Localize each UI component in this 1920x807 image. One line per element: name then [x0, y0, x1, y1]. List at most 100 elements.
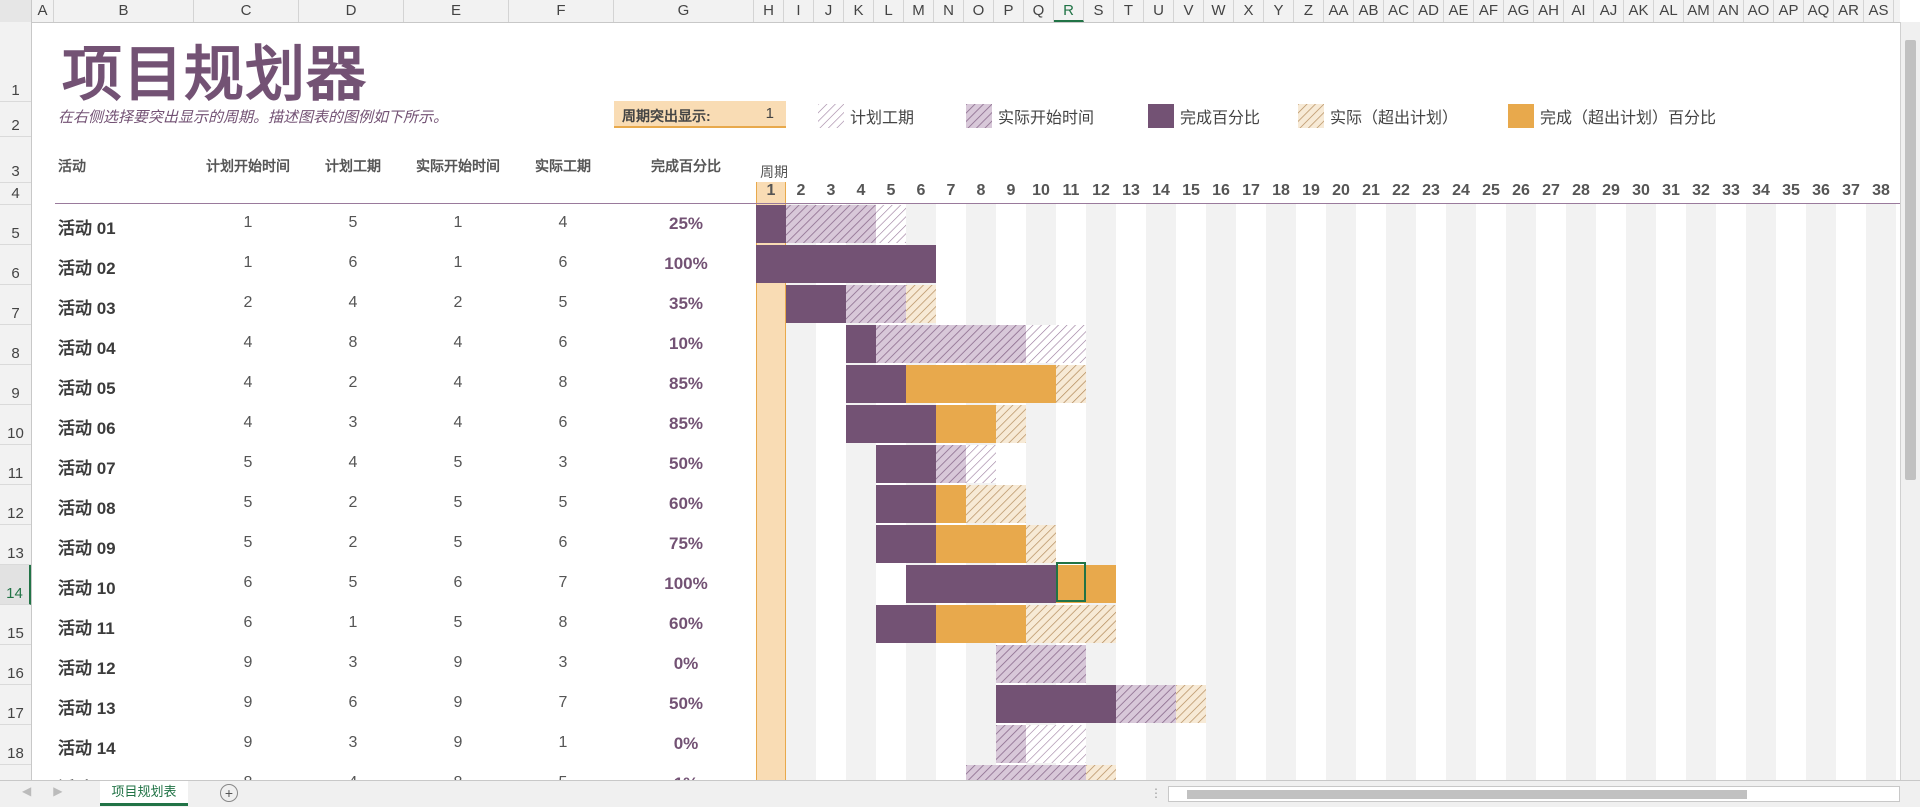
activity-ad-cell[interactable]: 3 [513, 654, 613, 672]
row-header-10[interactable]: 10 [0, 405, 31, 445]
more-options-icon[interactable]: ⋮ [1150, 786, 1162, 800]
activity-ps-cell[interactable]: 4 [198, 414, 298, 432]
activity-pd-cell[interactable]: 5 [303, 574, 403, 592]
activity-ps-cell[interactable]: 1 [198, 214, 298, 232]
bar-percent-complete-over-plan[interactable] [936, 485, 966, 523]
column-header-aq[interactable]: AQ [1804, 0, 1834, 22]
activity-pd-cell[interactable]: 3 [303, 734, 403, 752]
row-header-16[interactable]: 16 [0, 645, 31, 685]
activity-pd-cell[interactable]: 6 [303, 694, 403, 712]
column-header-i[interactable]: I [784, 0, 814, 22]
activity-ad-cell[interactable]: 6 [513, 334, 613, 352]
horizontal-scrollbar[interactable] [1168, 786, 1900, 802]
column-header-ad[interactable]: AD [1414, 0, 1444, 22]
bar-percent-complete[interactable] [876, 445, 936, 483]
column-header-j[interactable]: J [814, 0, 844, 22]
period-highlight-value[interactable]: 1 [766, 105, 774, 122]
bar-percent-complete[interactable] [876, 485, 936, 523]
column-header-b[interactable]: B [54, 0, 194, 22]
activity-ps-cell[interactable]: 1 [198, 254, 298, 272]
activity-ps-cell[interactable]: 9 [198, 694, 298, 712]
activity-pd-cell[interactable]: 2 [303, 494, 403, 512]
plus-circle-icon[interactable]: + [220, 784, 238, 802]
column-header-n[interactable]: N [934, 0, 964, 22]
activity-pd-cell[interactable]: 8 [303, 334, 403, 352]
activity-ad-cell[interactable]: 6 [513, 414, 613, 432]
column-header-w[interactable]: W [1204, 0, 1234, 22]
row-header-2[interactable]: 2 [0, 102, 31, 137]
column-header-q[interactable]: Q [1024, 0, 1054, 22]
bar-percent-complete-over-plan[interactable] [936, 605, 1026, 643]
row-header-12[interactable]: 12 [0, 485, 31, 525]
activity-as-cell[interactable]: 5 [408, 534, 508, 552]
activity-ps-cell[interactable]: 6 [198, 574, 298, 592]
column-header-p[interactable]: P [994, 0, 1024, 22]
activity-name[interactable]: 活动 09 [58, 534, 116, 559]
activity-pd-cell[interactable]: 4 [303, 294, 403, 312]
select-all-corner[interactable] [0, 0, 32, 22]
activity-ad-cell[interactable]: 4 [513, 214, 613, 232]
row-header-4[interactable]: 4 [0, 183, 31, 205]
activity-pd-cell[interactable]: 2 [303, 534, 403, 552]
column-header-ah[interactable]: AH [1534, 0, 1564, 22]
vertical-scrollbar[interactable] [1900, 22, 1920, 780]
activity-ps-cell[interactable]: 5 [198, 534, 298, 552]
column-header-ae[interactable]: AE [1444, 0, 1474, 22]
activity-ps-cell[interactable]: 5 [198, 494, 298, 512]
activity-as-cell[interactable]: 5 [408, 454, 508, 472]
activity-pd-cell[interactable]: 4 [303, 454, 403, 472]
activity-pct-cell[interactable]: 75% [636, 534, 736, 554]
column-header-h[interactable]: H [754, 0, 784, 22]
column-header-z[interactable]: Z [1294, 0, 1324, 22]
activity-pct-cell[interactable]: 0% [636, 654, 736, 674]
activity-pct-cell[interactable]: 60% [636, 614, 736, 634]
activity-as-cell[interactable]: 4 [408, 334, 508, 352]
column-header-f[interactable]: F [509, 0, 614, 22]
activity-pct-cell[interactable]: 85% [636, 374, 736, 394]
activity-ps-cell[interactable]: 9 [198, 654, 298, 672]
activity-pct-cell[interactable]: 100% [636, 574, 736, 594]
column-header-l[interactable]: L [874, 0, 904, 22]
row-header-18[interactable]: 18 [0, 725, 31, 765]
column-header-ao[interactable]: AO [1744, 0, 1774, 22]
column-header-m[interactable]: M [904, 0, 934, 22]
activity-ad-cell[interactable]: 7 [513, 574, 613, 592]
row-header-17[interactable]: 17 [0, 685, 31, 725]
column-header-k[interactable]: K [844, 0, 874, 22]
sheet-nav-arrows-icon[interactable]: ◀▶ [22, 784, 84, 798]
activity-ad-cell[interactable]: 5 [513, 294, 613, 312]
activity-ad-cell[interactable]: 3 [513, 454, 613, 472]
activity-ad-cell[interactable]: 1 [513, 734, 613, 752]
activity-ad-cell[interactable]: 5 [513, 494, 613, 512]
activity-name[interactable]: 活动 12 [58, 654, 116, 679]
activity-as-cell[interactable]: 2 [408, 294, 508, 312]
column-header-r[interactable]: R [1054, 0, 1084, 22]
activity-ad-cell[interactable]: 8 [513, 614, 613, 632]
row-header-7[interactable]: 7 [0, 285, 31, 325]
column-header-ar[interactable]: AR [1834, 0, 1864, 22]
column-header-c[interactable]: C [194, 0, 299, 22]
activity-as-cell[interactable]: 5 [408, 614, 508, 632]
bar-percent-complete-over-plan[interactable] [906, 365, 1056, 403]
row-header-15[interactable]: 15 [0, 605, 31, 645]
bar-percent-complete[interactable] [846, 325, 876, 363]
row-header-11[interactable]: 11 [0, 445, 31, 485]
activity-as-cell[interactable]: 9 [408, 694, 508, 712]
activity-ps-cell[interactable]: 9 [198, 734, 298, 752]
column-header-y[interactable]: Y [1264, 0, 1294, 22]
activity-pct-cell[interactable]: 35% [636, 294, 736, 314]
column-header-g[interactable]: G [614, 0, 754, 22]
bar-percent-complete[interactable] [786, 285, 846, 323]
activity-name[interactable]: 活动 07 [58, 454, 116, 479]
activity-name[interactable]: 活动 08 [58, 494, 116, 519]
activity-pct-cell[interactable]: 50% [636, 454, 736, 474]
column-header-ap[interactable]: AP [1774, 0, 1804, 22]
column-header-ab[interactable]: AB [1354, 0, 1384, 22]
row-header-9[interactable]: 9 [0, 365, 31, 405]
activity-ps-cell[interactable]: 2 [198, 294, 298, 312]
activity-pct-cell[interactable]: 100% [636, 254, 736, 274]
activity-as-cell[interactable]: 9 [408, 654, 508, 672]
activity-ad-cell[interactable]: 6 [513, 254, 613, 272]
activity-pd-cell[interactable]: 6 [303, 254, 403, 272]
activity-pct-cell[interactable]: 25% [636, 214, 736, 234]
